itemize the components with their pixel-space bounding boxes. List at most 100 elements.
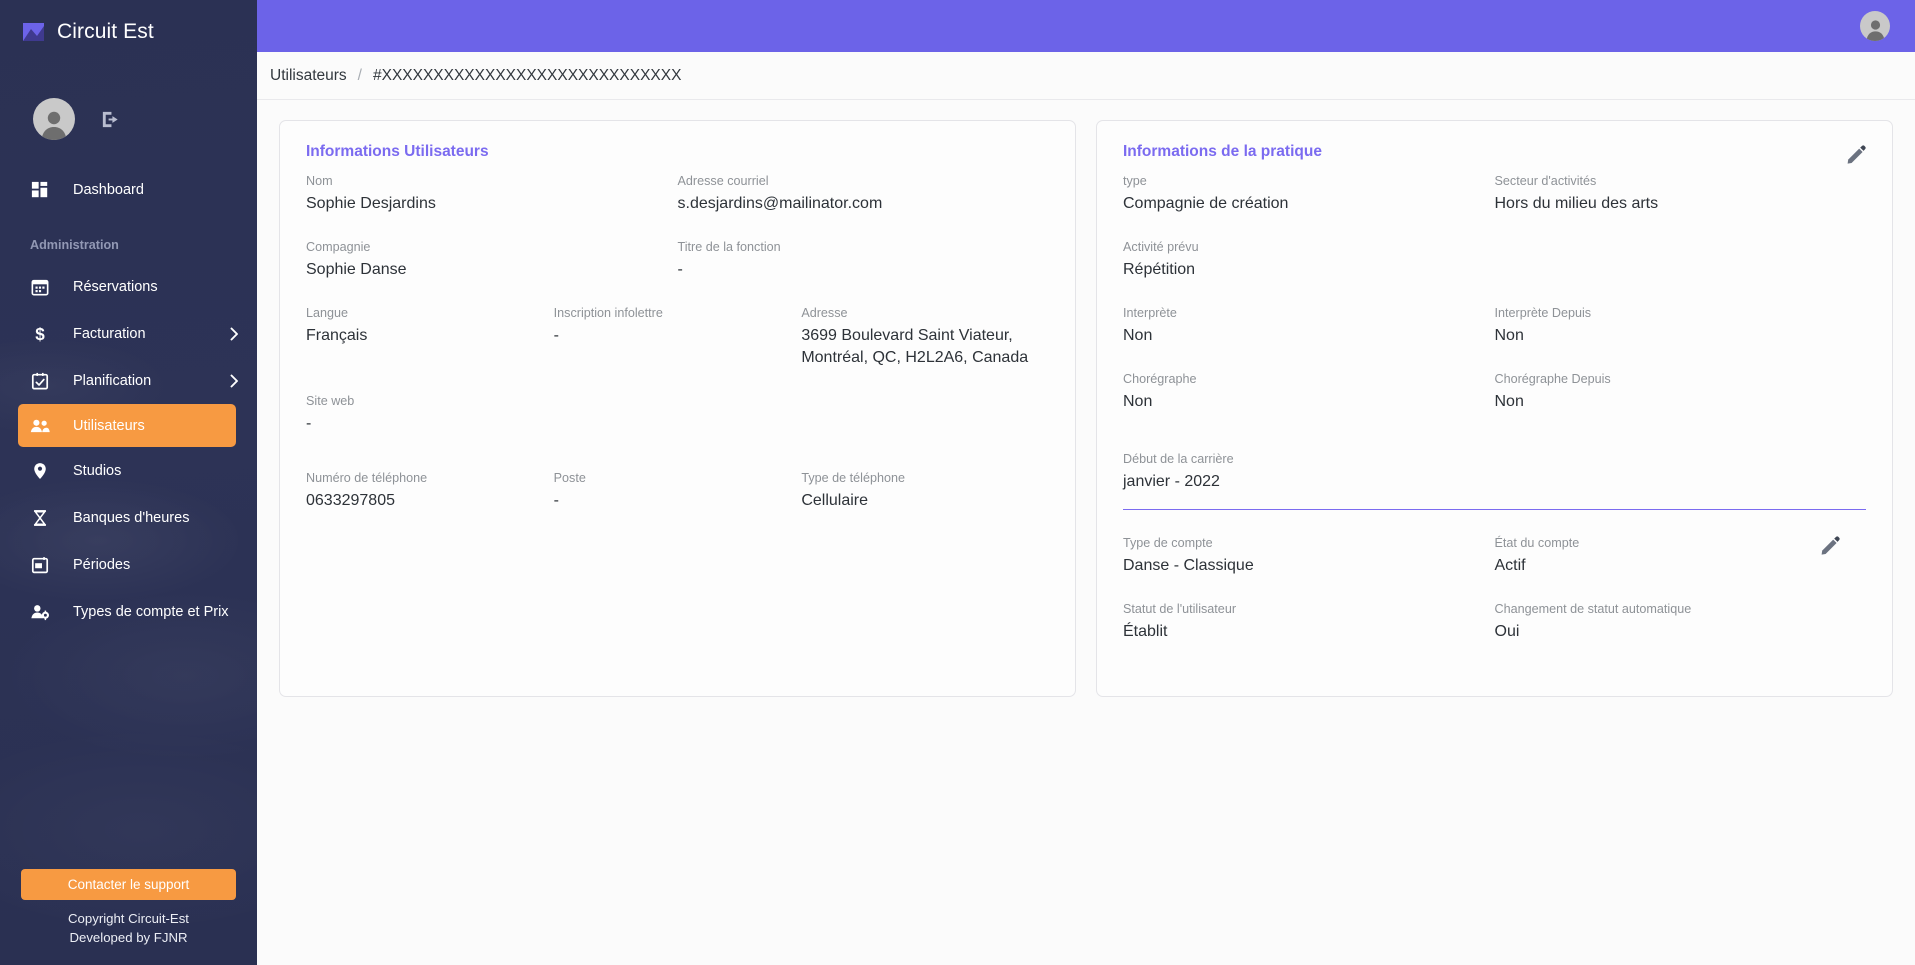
field-label: Type de compte	[1123, 536, 1213, 550]
sidebar-item-label: Périodes	[73, 556, 131, 573]
field-value: Français	[306, 327, 368, 344]
sidebar-item-reservations[interactable]: Réservations	[0, 263, 257, 310]
field-activite-prevu: Activité prévu Répétition	[1123, 238, 1495, 281]
field-label: Compagnie	[306, 240, 371, 254]
field-label: Statut de l'utilisateur	[1123, 602, 1237, 616]
sidebar-footer: Contacter le support Copyright Circuit-E…	[0, 869, 257, 965]
breadcrumb: Utilisateurs / #XXXXXXXXXXXXXXXXXXXXXXXX…	[257, 52, 1915, 100]
field-value: Cellulaire	[801, 492, 869, 509]
field-value: s.desjardins@mailinator.com	[677, 195, 883, 212]
field-value: Actif	[1494, 557, 1526, 574]
field-label: Inscription infolettre	[553, 306, 663, 320]
user-gear-icon	[30, 602, 50, 622]
sidebar-item-dashboard[interactable]: Dashboard	[0, 166, 257, 213]
field-adresse-courriel: Adresse courriel s.desjardins@mailinator…	[678, 172, 1050, 215]
account-row-1: Type de compte Danse - Classique État du…	[1123, 534, 1866, 600]
field-value: -	[306, 415, 312, 432]
sidebar: Circuit Est Dashboard Administration Rés…	[0, 0, 257, 965]
user-row-5: Numéro de téléphone 0633297805 Poste - T…	[306, 469, 1049, 535]
sidebar-item-label: Banques d'heures	[73, 509, 190, 526]
sidebar-profile	[0, 90, 257, 148]
field-value: -	[677, 261, 683, 278]
field-value: Danse - Classique	[1123, 557, 1254, 574]
field-site-web: Site web -	[306, 392, 554, 435]
sidebar-item-banques-heures[interactable]: Banques d'heures	[0, 494, 257, 541]
logout-icon[interactable]	[99, 108, 121, 130]
field-value: Non	[1123, 327, 1153, 344]
dashboard-grid-icon	[30, 180, 50, 200]
field-debut-carriere: Début de la carrière janvier - 2022	[1123, 450, 1495, 493]
field-label: Changement de statut automatique	[1494, 602, 1692, 616]
field-value: Non	[1123, 393, 1153, 410]
edit-pencil-icon[interactable]	[1846, 145, 1866, 165]
field-label: Chorégraphe Depuis	[1494, 372, 1611, 386]
brand[interactable]: Circuit Est	[0, 0, 257, 64]
user-row-2: Compagnie Sophie Danse Titre de la fonct…	[306, 238, 1049, 304]
user-row-3: Langue Français Inscription infolettre -…	[306, 304, 1049, 392]
sidebar-item-label: Planification	[73, 372, 152, 389]
field-interprete-depuis: Interprète Depuis Non	[1495, 304, 1867, 347]
field-nom: Nom Sophie Desjardins	[306, 172, 678, 215]
field-label: Type de téléphone	[801, 471, 905, 485]
practice-card-title: Informations de la pratique	[1123, 143, 1322, 160]
field-value: janvier - 2022	[1123, 473, 1220, 490]
chevron-right-icon	[230, 327, 239, 340]
practice-information-card: Informations de la pratique type Compagn…	[1096, 120, 1893, 697]
field-langue: Langue Français	[306, 304, 554, 369]
breadcrumb-root[interactable]: Utilisateurs	[270, 67, 347, 85]
field-titre-fonction: Titre de la fonction -	[678, 238, 1050, 281]
user-avatar-icon[interactable]	[33, 98, 75, 140]
field-label: type	[1123, 174, 1147, 188]
sidebar-item-periodes[interactable]: Périodes	[0, 541, 257, 588]
contact-support-button[interactable]: Contacter le support	[21, 869, 236, 900]
sidebar-item-planification[interactable]: Planification	[0, 357, 257, 404]
copyright-line-1: Copyright Circuit-Est	[68, 911, 189, 926]
sidebar-section-administration: Administration	[30, 238, 119, 252]
field-type-telephone: Type de téléphone Cellulaire	[801, 469, 1049, 512]
field-value: 3699 Boulevard Saint Viateur, Montréal, …	[801, 327, 1029, 366]
field-choregraphe: Chorégraphe Non	[1123, 370, 1495, 413]
circuit-est-logo-icon	[21, 20, 46, 45]
field-etat-compte: État du compte Actif	[1495, 534, 1867, 577]
edit-pencil-icon[interactable]	[1820, 536, 1840, 556]
field-value: -	[553, 492, 559, 509]
field-value: Compagnie de création	[1123, 195, 1289, 212]
field-value: Oui	[1494, 623, 1520, 640]
avatar[interactable]	[1860, 11, 1890, 41]
sidebar-nav: Dashboard Administration Réservations $ …	[0, 166, 257, 635]
sidebar-item-types-compte-prix[interactable]: Types de compte et Prix	[0, 588, 257, 635]
user-row-4: Site web -	[306, 392, 1049, 458]
field-type-compte: Type de compte Danse - Classique	[1123, 534, 1495, 577]
field-changement-statut: Changement de statut automatique Oui	[1495, 600, 1867, 643]
field-value: Hors du milieu des arts	[1494, 195, 1659, 212]
field-statut-utilisateur: Statut de l'utilisateur Établit	[1123, 600, 1495, 643]
field-label: Titre de la fonction	[677, 240, 781, 254]
users-icon	[30, 416, 50, 436]
user-card-title: Informations Utilisateurs	[306, 143, 489, 160]
practice-row-4: Chorégraphe Non Chorégraphe Depuis Non	[1123, 370, 1866, 436]
field-label: Adresse	[801, 306, 848, 320]
copyright-line-2: Developed by FJNR	[69, 930, 188, 945]
field-label: Adresse courriel	[677, 174, 769, 188]
calendar-icon	[30, 277, 50, 297]
breadcrumb-separator: /	[357, 66, 362, 84]
dollar-icon: $	[30, 324, 50, 344]
sidebar-item-utilisateurs[interactable]: Utilisateurs	[18, 404, 236, 447]
field-choregraphe-depuis: Chorégraphe Depuis Non	[1495, 370, 1867, 413]
field-label: Début de la carrière	[1123, 452, 1234, 466]
top-bar	[257, 0, 1915, 52]
account-section: Type de compte Danse - Classique État du…	[1123, 534, 1866, 666]
sidebar-item-facturation[interactable]: $ Facturation	[0, 310, 257, 357]
brand-title: Circuit Est	[57, 20, 154, 43]
practice-row-1: type Compagnie de création Secteur d'act…	[1123, 172, 1866, 238]
account-row-2: Statut de l'utilisateur Établit Changeme…	[1123, 600, 1866, 666]
field-value: Répétition	[1123, 261, 1196, 278]
svg-text:$: $	[35, 325, 45, 343]
field-type: type Compagnie de création	[1123, 172, 1495, 215]
field-label: Langue	[306, 306, 349, 320]
field-value: Sophie Danse	[306, 261, 407, 278]
practice-row-3: Interprète Non Interprète Depuis Non	[1123, 304, 1866, 370]
section-divider	[1123, 509, 1866, 510]
sidebar-item-studios[interactable]: Studios	[0, 447, 257, 494]
hourglass-icon	[30, 508, 50, 528]
